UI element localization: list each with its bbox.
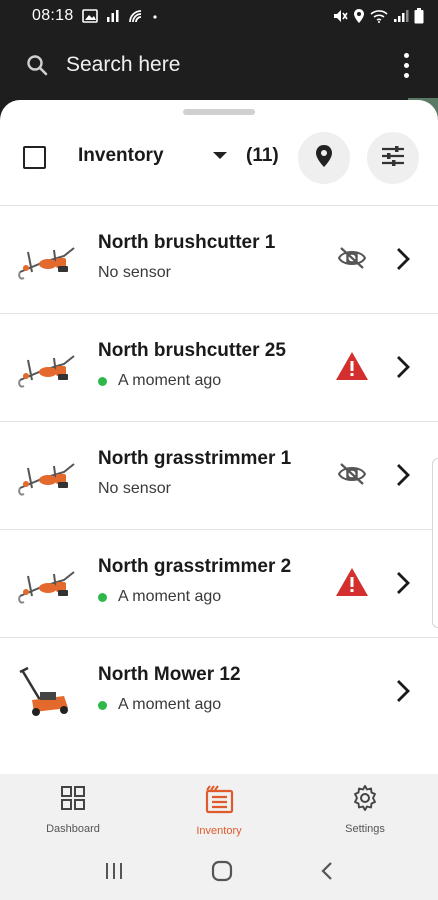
- nav-settings-label: Settings: [345, 823, 385, 835]
- inventory-list-icon: [203, 784, 235, 819]
- filter-sliders-icon: [380, 145, 406, 172]
- search-icon[interactable]: [24, 52, 50, 78]
- no-sensor-icon: [333, 242, 371, 274]
- item-subtitle: No sensor: [98, 264, 171, 281]
- mute-icon: [332, 8, 348, 24]
- nav-settings[interactable]: Settings: [292, 774, 438, 846]
- battery-icon: [414, 8, 424, 24]
- scroll-indicator[interactable]: [432, 458, 438, 628]
- chevron-right-icon[interactable]: [392, 569, 414, 597]
- online-dot-icon: [98, 592, 107, 602]
- broadcast-icon: [128, 9, 144, 23]
- nav-dashboard[interactable]: Dashboard: [0, 774, 146, 846]
- item-status-line: A moment ago: [98, 372, 221, 390]
- location-icon: [353, 8, 365, 24]
- nav-dashboard-label: Dashboard: [46, 823, 100, 835]
- warning-icon[interactable]: [333, 566, 371, 598]
- dot-icon: [152, 9, 158, 23]
- map-view-button[interactable]: [298, 132, 350, 184]
- item-subtitle: A moment ago: [118, 696, 222, 713]
- warning-icon[interactable]: [333, 350, 371, 382]
- item-subtitle: No sensor: [98, 480, 171, 497]
- inventory-row[interactable]: North grasstrimmer 2 A moment ago: [0, 529, 438, 637]
- chevron-right-icon[interactable]: [392, 461, 414, 489]
- online-dot-icon: [98, 376, 107, 386]
- item-title: North Mower 12: [98, 664, 241, 685]
- caret-down-icon[interactable]: [213, 152, 227, 159]
- item-subtitle: A moment ago: [118, 372, 222, 389]
- nav-inventory-label: Inventory: [196, 825, 242, 837]
- inventory-sheet: Inventory (11) North brushcutter 1 No sen…: [0, 100, 438, 774]
- filter-button[interactable]: [367, 132, 419, 184]
- online-dot-icon: [98, 700, 107, 710]
- wifi-icon: [370, 9, 388, 23]
- inventory-row[interactable]: North brushcutter 1 No sensor: [0, 205, 438, 313]
- cell-signal-icon: [393, 9, 409, 23]
- bottom-navigation: Dashboard Inventory Settings: [0, 774, 438, 846]
- inventory-row[interactable]: North grasstrimmer 1 No sensor: [0, 421, 438, 529]
- system-navigation-bar: [0, 846, 438, 900]
- chevron-right-icon[interactable]: [392, 677, 414, 705]
- status-time: 08:18: [32, 7, 74, 24]
- item-status-line: No sensor: [98, 480, 171, 498]
- status-right: [332, 8, 424, 24]
- sheet-drag-handle[interactable]: [183, 109, 255, 115]
- item-title: North brushcutter 1: [98, 232, 276, 253]
- nav-inventory[interactable]: Inventory: [146, 774, 292, 846]
- item-subtitle: A moment ago: [118, 588, 222, 605]
- chevron-right-icon[interactable]: [392, 353, 414, 381]
- item-status-line: A moment ago: [98, 696, 221, 714]
- image-icon: [81, 9, 98, 23]
- mower-thumbnail: [14, 664, 78, 720]
- brushcutter-thumbnail: [14, 556, 78, 612]
- item-title: North grasstrimmer 2: [98, 556, 292, 577]
- status-bar: 08:18: [0, 0, 438, 32]
- signal-bars-icon: [106, 9, 120, 23]
- overflow-menu-icon[interactable]: [394, 48, 418, 82]
- inventory-toolbar: Inventory (11): [0, 128, 438, 188]
- home-icon[interactable]: [210, 859, 234, 888]
- search-bar: Search here: [0, 32, 438, 98]
- inventory-row[interactable]: North brushcutter 25 A moment ago: [0, 313, 438, 421]
- inventory-row[interactable]: North Mower 12 A moment ago: [0, 637, 438, 745]
- no-sensor-icon: [333, 458, 371, 490]
- dashboard-grid-icon: [59, 784, 87, 817]
- inventory-dropdown-label[interactable]: Inventory: [78, 145, 164, 167]
- inventory-list: North brushcutter 1 No sensor North brushc…: [0, 205, 438, 745]
- item-title: North brushcutter 25: [98, 340, 286, 361]
- map-pin-icon: [313, 143, 335, 174]
- inventory-count: (11): [246, 145, 279, 166]
- settings-gear-icon: [351, 784, 379, 817]
- chevron-right-icon[interactable]: [392, 245, 414, 273]
- item-status-line: No sensor: [98, 264, 171, 282]
- select-all-checkbox[interactable]: [23, 146, 46, 169]
- status-left: 08:18: [32, 7, 158, 25]
- search-input[interactable]: Search here: [66, 53, 394, 77]
- brushcutter-thumbnail: [14, 448, 78, 504]
- item-title: North grasstrimmer 1: [98, 448, 292, 469]
- brushcutter-thumbnail: [14, 340, 78, 396]
- back-icon[interactable]: [319, 860, 335, 887]
- item-status-line: A moment ago: [98, 588, 221, 606]
- brushcutter-thumbnail: [14, 232, 78, 288]
- recent-apps-icon[interactable]: [103, 861, 125, 886]
